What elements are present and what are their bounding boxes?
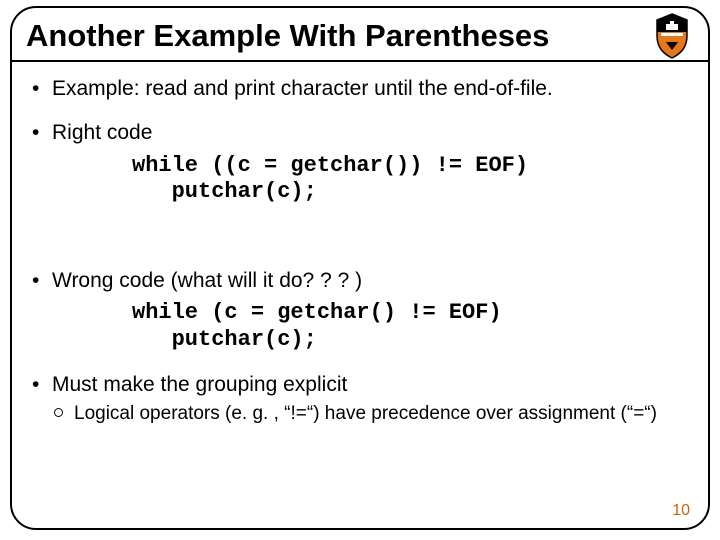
sub-bullet-item: Logical operators (e. g. , “!=“) have pr… [52,402,688,426]
sub-bullet-list: Logical operators (e. g. , “!=“) have pr… [52,402,688,426]
circle-bullet-icon [54,408,63,417]
bullet-item: Must make the grouping explicit Logical … [32,372,688,426]
slide: Another Example With Parentheses Example… [0,0,720,540]
code-block-right: while ((c = getchar()) != EOF) putchar(c… [132,153,688,207]
bullet-text: Right code [52,121,152,144]
page-number: 10 [672,502,690,520]
title-bar: Another Example With Parentheses [12,8,708,62]
bullet-item: Right code while ((c = getchar()) != EOF… [32,120,688,250]
princeton-shield-icon [652,12,692,60]
code-block-wrong: while (c = getchar() != EOF) putchar(c); [132,300,688,354]
bullet-list: Example: read and print character until … [32,76,688,426]
bullet-item: Example: read and print character until … [32,76,688,102]
bullet-text: Wrong code (what will it do? ? ? ) [52,269,362,292]
slide-title: Another Example With Parentheses [26,18,688,54]
slide-body: Example: read and print character until … [12,62,708,426]
bullet-text: Must make the grouping explicit [52,373,347,396]
sub-bullet-text: Logical operators (e. g. , “!=“) have pr… [74,403,657,424]
slide-frame: Another Example With Parentheses Example… [10,6,710,530]
bullet-item: Wrong code (what will it do? ? ? ) while… [32,268,688,354]
bullet-text: Example: read and print character until … [52,77,553,100]
